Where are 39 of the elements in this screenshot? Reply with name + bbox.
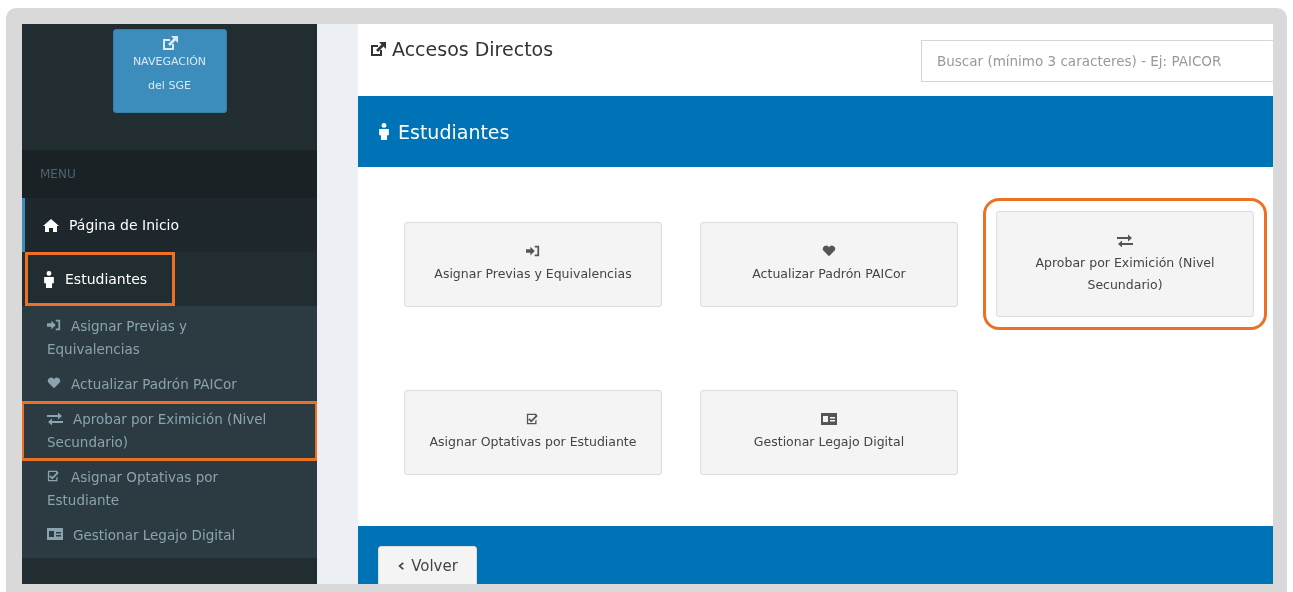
id-card-icon [821, 412, 837, 426]
home-icon [43, 218, 59, 232]
card-label: Asignar Previas y Equivalencias [434, 264, 632, 283]
card-label: Aprobar por Eximición (Nivel Secundario) [1034, 253, 1216, 294]
exchange-icon [47, 411, 63, 425]
card-label: Asignar Optativas por Estudiante [429, 433, 637, 451]
id-card-icon [47, 527, 63, 541]
shortcut-card[interactable]: Asignar Previas y Equivalencias [404, 221, 662, 307]
exchange-icon [1117, 232, 1133, 247]
submenu-item[interactable]: Asignar Previas y Equivalencias [22, 309, 317, 367]
page-title: Accesos Directos [392, 38, 554, 60]
card-label: Gestionar Legajo Digital [753, 433, 905, 451]
sidebar-label: Estudiantes [65, 271, 148, 287]
heart-icon [47, 376, 61, 390]
submenu-item[interactable]: Actualizar Padrón PAICor [22, 367, 317, 402]
sidebar-item[interactable]: Estudiantes [22, 252, 317, 306]
sign-in-icon [526, 243, 540, 258]
external-link-icon [161, 36, 178, 50]
submenu-item[interactable]: Gestionar Legajo Digital [22, 518, 317, 553]
menu-header: MENU [22, 150, 317, 198]
shortcut-card[interactable]: Gestionar Legajo Digital [700, 390, 958, 475]
shortcut-card[interactable]: Aprobar por Eximición (Nivel Secundario) [996, 211, 1254, 317]
submenu-item[interactable]: Asignar Optativas por Estudiante [22, 460, 317, 518]
sidebar-label: Página de Inicio [69, 217, 180, 233]
search-field[interactable]: Buscar (mínimo 3 caracteres) - Ej: PAICOR [921, 40, 1273, 82]
heart-icon [822, 243, 836, 258]
shortcut-card[interactable]: Actualizar Padrón PAICor [700, 221, 958, 307]
external-link-icon [370, 42, 386, 56]
back-button[interactable]: Volver [378, 546, 477, 584]
person-icon [378, 123, 390, 140]
card-label: Actualizar Padrón PAICor [752, 264, 906, 283]
checkbox-icon [526, 412, 540, 426]
shortcut-card[interactable]: Asignar Optativas por Estudiante [404, 390, 662, 475]
sidebar-item[interactable]: Página de Inicio [22, 198, 317, 252]
checkbox-icon [47, 469, 61, 483]
person-icon [43, 270, 55, 288]
sign-in-icon [47, 318, 61, 332]
submenu-item[interactable]: Aprobar por Eximición (Nivel Secundario) [22, 402, 317, 460]
section-title: Estudiantes [398, 120, 510, 143]
